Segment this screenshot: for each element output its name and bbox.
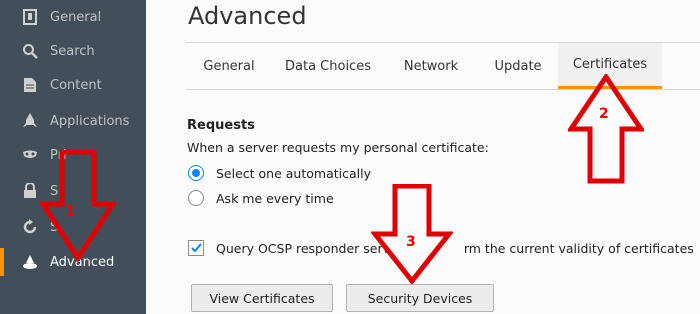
annotation-number-1: 1 <box>65 203 75 219</box>
tab-data-choices[interactable]: Data Choices <box>272 43 384 89</box>
tab-network[interactable]: Network <box>384 43 478 89</box>
annotation-arrow-2 <box>568 74 644 184</box>
annotation-arrow-1 <box>40 150 116 262</box>
security-icon <box>22 183 38 199</box>
security-devices-button[interactable]: Security Devices <box>346 284 494 312</box>
radio-select-automatically[interactable]: Select one automatically <box>188 165 371 181</box>
requests-description: When a server requests my personal certi… <box>187 140 489 155</box>
general-icon <box>22 9 38 25</box>
tab-general[interactable]: General <box>186 43 272 89</box>
requests-heading: Requests <box>187 118 255 133</box>
tab-update[interactable]: Update <box>478 43 558 89</box>
radio-ask-every-time[interactable]: Ask me every time <box>188 190 334 206</box>
checkmark-icon <box>190 243 202 253</box>
sidebar-item-applications[interactable]: Applications <box>0 104 146 138</box>
ocsp-checkbox[interactable] <box>188 240 204 256</box>
sync-icon <box>22 219 38 235</box>
sidebar-item-general[interactable]: General <box>0 0 146 34</box>
annotation-number-2: 2 <box>599 106 609 122</box>
annotation-number-3: 3 <box>406 234 416 250</box>
content-icon <box>22 77 38 93</box>
sidebar-item-label: Content <box>50 77 102 93</box>
sidebar-item-content[interactable]: Content <box>0 68 146 102</box>
ocsp-label-right: rm the current validity of certificates <box>463 240 694 256</box>
privacy-icon <box>22 147 38 163</box>
view-certificates-button[interactable]: View Certificates <box>191 284 333 312</box>
page-title: Advanced <box>188 2 307 30</box>
sidebar-item-search[interactable]: Search <box>0 34 146 68</box>
search-icon <box>22 43 38 59</box>
sidebar-item-label: General <box>50 9 102 25</box>
applications-icon <box>22 113 38 129</box>
radio-button[interactable] <box>188 190 204 206</box>
advanced-icon <box>22 254 38 270</box>
sidebar-item-label: Applications <box>50 113 130 129</box>
radio-label: Ask me every time <box>216 190 334 206</box>
radio-button[interactable] <box>188 165 204 181</box>
radio-label: Select one automatically <box>216 165 371 181</box>
sidebar-item-label: Search <box>50 43 95 59</box>
